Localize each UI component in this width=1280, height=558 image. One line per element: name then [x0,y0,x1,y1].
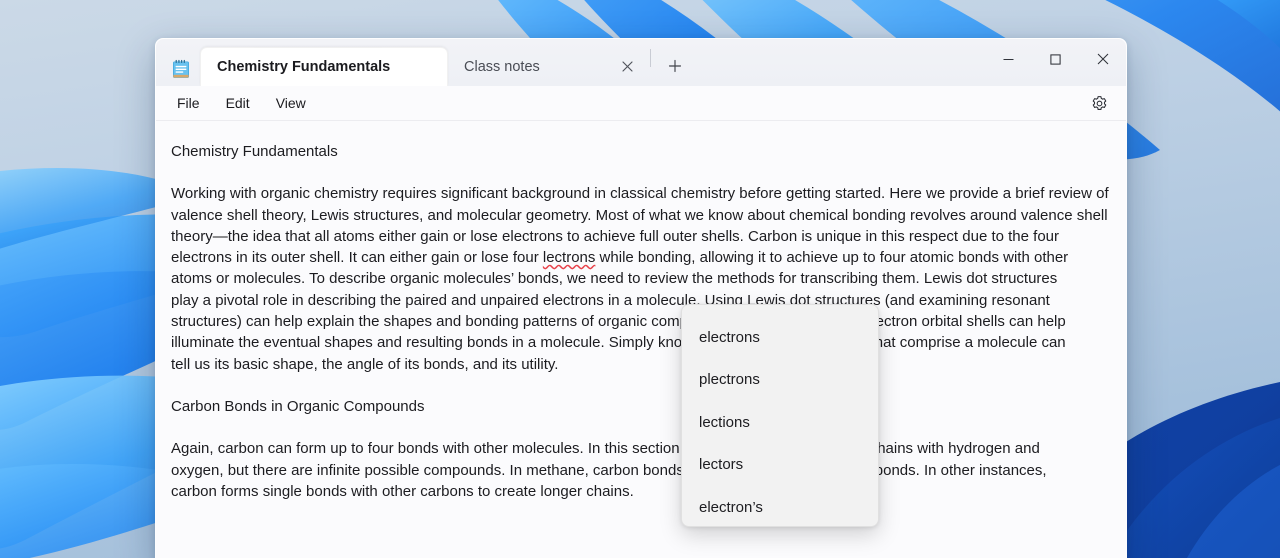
notepad-window: Chemistry Fundamentals Class notes [155,38,1127,558]
paragraph-spacer [171,375,1104,396]
tab-label: Chemistry Fundamentals [217,59,390,75]
settings-button[interactable] [1084,88,1114,118]
paragraph-line: Again, carbon can form up to four bonds … [171,438,1104,459]
minimize-button[interactable] [985,39,1032,79]
tab-divider [650,49,651,67]
plus-icon [668,59,682,73]
paragraph-line: atoms or molecules. To describe organic … [171,268,1104,289]
paragraph-line: theory—the idea that all atoms either ga… [171,226,1104,247]
line-text-after: while bonding, allowing it to achieve up… [595,249,1068,266]
tab-class-notes[interactable]: Class notes [448,47,648,86]
document-body[interactable]: Chemistry Fundamentals Working with orga… [156,121,1126,558]
line-text-before: electrons in its outer shell. It can eit… [171,249,543,266]
paragraph-2: Again, carbon can form up to four bonds … [171,438,1104,502]
title-bar: Chemistry Fundamentals Class notes [156,39,1126,86]
minimize-icon [1003,54,1014,65]
paragraph-line: structures) can help explain the shapes … [171,311,1104,332]
suggestion-item[interactable]: plectrons [682,359,878,402]
paragraph-line: play a pivotal role in describing the pa… [171,290,1104,311]
tab-label: Class notes [464,59,540,75]
suggestion-item[interactable]: lectors [682,444,878,487]
close-button[interactable] [1079,39,1126,79]
suggestion-item[interactable]: lections [682,401,878,444]
paragraph-line: illuminate the eventual shapes and resul… [171,332,1104,353]
paragraph-line: valence shell theory, Lewis structures, … [171,205,1104,226]
document-heading-2: Carbon Bonds in Organic Compounds [171,396,1104,417]
paragraph-line: Working with organic chemistry requires … [171,183,1104,204]
notepad-icon [172,59,190,79]
document-title: Chemistry Fundamentals [171,141,1104,162]
tab-chemistry-fundamentals[interactable]: Chemistry Fundamentals [200,47,448,86]
gear-icon [1091,95,1108,112]
tab-close-icon[interactable] [614,54,640,80]
window-controls [985,39,1126,79]
suggestion-item[interactable]: electron’s [682,486,878,527]
menu-item-view[interactable]: View [263,90,319,116]
paragraph-line-with-misspelling: electrons in its outer shell. It can eit… [171,247,1104,268]
close-icon [1097,53,1109,65]
desktop: Chemistry Fundamentals Class notes [0,0,1280,558]
menu-item-file[interactable]: File [164,90,213,116]
menu-item-edit[interactable]: Edit [213,90,263,116]
paragraph-line: oxygen, but there are infinite possible … [171,460,1104,481]
suggestion-item[interactable]: electrons [682,316,878,359]
new-tab-button[interactable] [659,50,691,82]
spellcheck-suggestion-popup[interactable]: electrons plectrons lections lectors ele… [681,304,879,527]
misspelled-word[interactable]: lectrons [543,249,596,266]
paragraph-line: tell us its basic shape, the angle of it… [171,354,1104,375]
tab-strip: Chemistry Fundamentals Class notes [200,39,691,86]
paragraph-line: carbon forms single bonds with other car… [171,481,1104,502]
menu-bar: File Edit View [156,86,1126,121]
maximize-icon [1050,54,1061,65]
paragraph-spacer [171,417,1104,438]
maximize-button[interactable] [1032,39,1079,79]
paragraph-1: Working with organic chemistry requires … [171,183,1104,375]
